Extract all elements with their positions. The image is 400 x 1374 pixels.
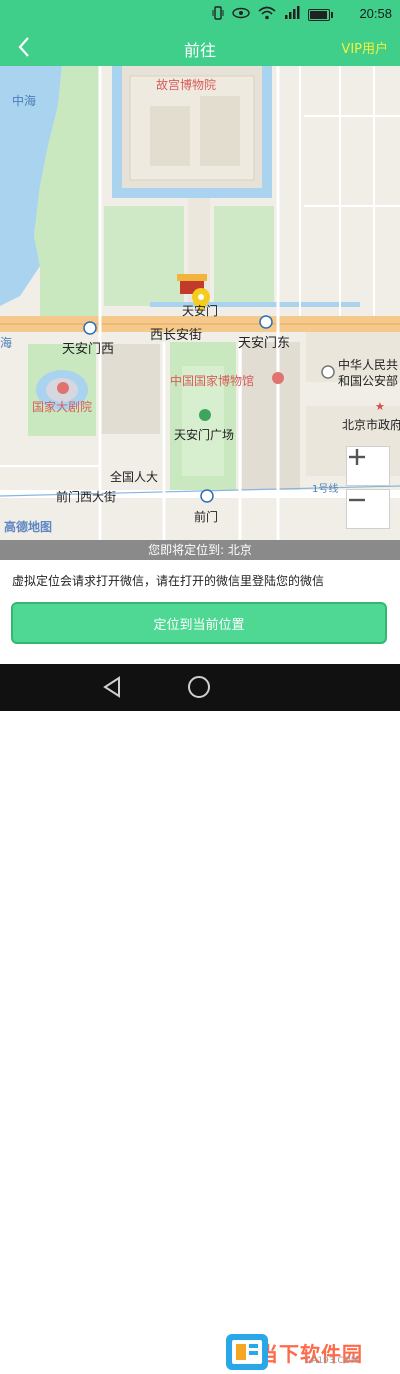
- map-label-qianmen: 前门: [194, 510, 219, 524]
- wifi-icon: [258, 6, 276, 24]
- battery-fill: [310, 11, 327, 19]
- map-label-national-theater: 国家大剧院: [32, 400, 93, 414]
- map-label-zhonghai: 中海: [12, 94, 37, 108]
- map-label-tiananmen: 天安门: [182, 304, 219, 318]
- map-label-west-changan: 西长安街: [150, 328, 203, 343]
- map-label-people-hall: 全国人大: [110, 470, 159, 484]
- signal-icon: [284, 6, 300, 24]
- vibrate-icon: [212, 6, 224, 24]
- plus-icon: [349, 449, 365, 465]
- vip-user-button[interactable]: VIP用户: [341, 38, 388, 57]
- status-icons: [212, 6, 333, 24]
- map-label-tiananmen-east: 天安门东: [238, 336, 291, 351]
- svg-text:★: ★: [375, 400, 385, 413]
- status-bar: 20:58: [0, 0, 400, 28]
- status-time: 20:58: [359, 6, 392, 21]
- system-back-button[interactable]: [100, 674, 126, 700]
- top-nav-bar: 前往 VIP用户: [0, 28, 400, 66]
- map-view[interactable]: ★ 故宫博物院 中海 天安门 西长安街 天安门西 天安门东 海 国家大剧院 中国…: [0, 66, 400, 540]
- info-panel: 虚拟定位会请求打开微信，请在打开的微信里登陆您的微信 定位到当前位置: [0, 560, 400, 664]
- map-label-hai: 海: [0, 336, 13, 350]
- location-target-banner: 您即将定位到: 北京: [0, 540, 400, 560]
- watermark-sub: LA193.COM: [306, 1356, 359, 1366]
- zoom-out-button[interactable]: [346, 489, 390, 529]
- map-label-beijing-gov: 北京市政府: [342, 418, 400, 432]
- map-label-national-museum: 中国国家博物馆: [170, 374, 255, 388]
- system-navigation-bar: 当下软件园 LA193.COM: [0, 664, 400, 1370]
- map-label-public-security-1: 中华人民共: [338, 358, 399, 372]
- eye-icon: [232, 7, 250, 23]
- locate-current-position-button[interactable]: 定位到当前位置: [11, 602, 387, 644]
- map-label-tiananmen-west: 天安门西: [62, 342, 115, 357]
- map-label-line1: 1号线: [312, 484, 339, 495]
- system-home-button[interactable]: [186, 674, 212, 700]
- battery-icon: [308, 9, 333, 21]
- zoom-in-button[interactable]: [346, 446, 390, 486]
- page-title: 前往: [183, 41, 216, 60]
- minus-icon: [349, 498, 365, 502]
- map-label-qianmen-west: 前门西大街: [56, 490, 117, 504]
- map-label-gugong: 故宫博物院: [156, 78, 217, 92]
- wechat-notice-text: 虚拟定位会请求打开微信，请在打开的微信里登陆您的微信: [12, 574, 325, 588]
- watermark: 当下软件园 LA193.COM: [206, 1330, 396, 1374]
- watermark-logo-icon: [226, 1334, 268, 1370]
- triangle-back-icon: [103, 676, 120, 698]
- map-label-square: 天安门广场: [174, 428, 235, 442]
- map-provider-logo: 高德地图: [4, 520, 53, 534]
- map-label-public-security-2: 和国公安部: [338, 374, 399, 388]
- circle-home-icon: [188, 676, 210, 698]
